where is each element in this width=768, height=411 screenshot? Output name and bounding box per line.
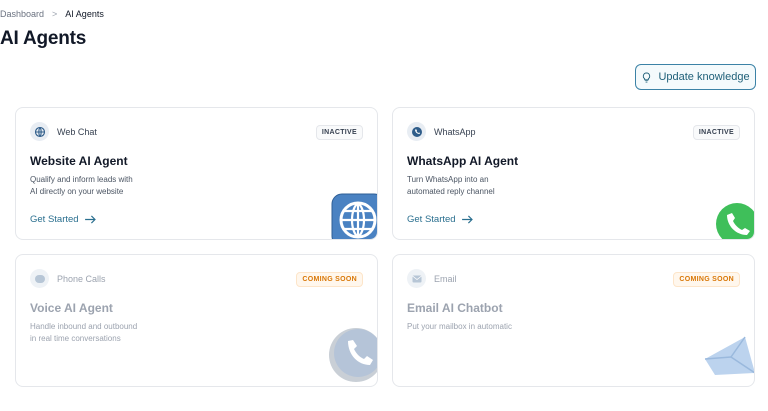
breadcrumb-dashboard-link[interactable]: Dashboard [0, 9, 44, 19]
card-description-line-1: Turn WhatsApp into an [407, 175, 489, 184]
card-header: Web Chat [30, 122, 97, 141]
get-started-label: Get Started [30, 214, 79, 225]
get-started-link[interactable]: Get Started [30, 214, 96, 225]
card-whatsapp-ai-agent[interactable]: WhatsApp INACTIVE WhatsApp AI Agent Turn… [392, 107, 755, 240]
card-title: WhatsApp AI Agent [407, 154, 519, 168]
card-title: Website AI Agent [30, 154, 128, 168]
status-badge: INACTIVE [315, 125, 363, 140]
card-description: Put your mailbox in automatic [407, 321, 557, 333]
card-email-ai-chatbot: Email COMING SOON Email AI Chatbot Put y… [392, 254, 755, 387]
card-website-ai-agent[interactable]: Web Chat INACTIVE Website AI Agent Quali… [15, 107, 378, 240]
card-description: Turn WhatsApp into an automated reply ch… [407, 174, 537, 198]
card-header: WhatsApp [407, 122, 476, 141]
breadcrumb-current: AI Agents [65, 9, 104, 19]
card-description-line-2: in real time conversations [30, 334, 121, 343]
update-knowledge-button[interactable]: Update knowledge [635, 64, 756, 90]
breadcrumb-separator: > [52, 9, 58, 19]
card-voice-ai-agent: Phone Calls COMING SOON Voice AI Agent H… [15, 254, 378, 387]
card-description-line-2: automated reply channel [407, 187, 495, 196]
globe-icon [30, 122, 49, 141]
card-title: Voice AI Agent [30, 301, 113, 315]
get-started-link[interactable]: Get Started [407, 214, 473, 225]
arrow-right-icon [461, 215, 473, 224]
channel-label: Web Chat [57, 126, 97, 137]
channel-label: Phone Calls [57, 273, 106, 284]
card-description: Handle inbound and outbound in real time… [30, 321, 160, 345]
breadcrumb: Dashboard > AI Agents [0, 9, 104, 19]
status-badge: INACTIVE [692, 125, 740, 140]
update-knowledge-label: Update knowledge [658, 71, 750, 83]
channel-label: WhatsApp [434, 126, 476, 137]
card-description-line-1: Put your mailbox in automatic [407, 322, 512, 331]
card-header: Email [407, 269, 457, 288]
lightbulb-icon [643, 71, 651, 83]
page-title: AI Agents [0, 28, 87, 49]
phone-illustration-icon [329, 328, 377, 382]
status-badge: COMING SOON [673, 272, 740, 287]
card-description-line-2: AI directly on your website [30, 187, 124, 196]
status-badge: COMING SOON [296, 272, 363, 287]
phone-icon [30, 269, 49, 288]
card-title: Email AI Chatbot [407, 301, 503, 315]
card-description-line-1: Handle inbound and outbound [30, 322, 138, 331]
card-description: Qualify and inform leads with AI directl… [30, 174, 160, 198]
whatsapp-icon [407, 122, 426, 141]
email-icon [407, 269, 426, 288]
arrow-right-icon [84, 215, 96, 224]
card-description-line-1: Qualify and inform leads with [30, 175, 133, 184]
globe-illustration-icon [331, 193, 377, 239]
envelope-illustration-icon [704, 336, 754, 375]
whatsapp-illustration-icon [712, 199, 754, 239]
channel-label: Email [434, 273, 457, 284]
get-started-label: Get Started [407, 214, 456, 225]
card-header: Phone Calls [30, 269, 106, 288]
